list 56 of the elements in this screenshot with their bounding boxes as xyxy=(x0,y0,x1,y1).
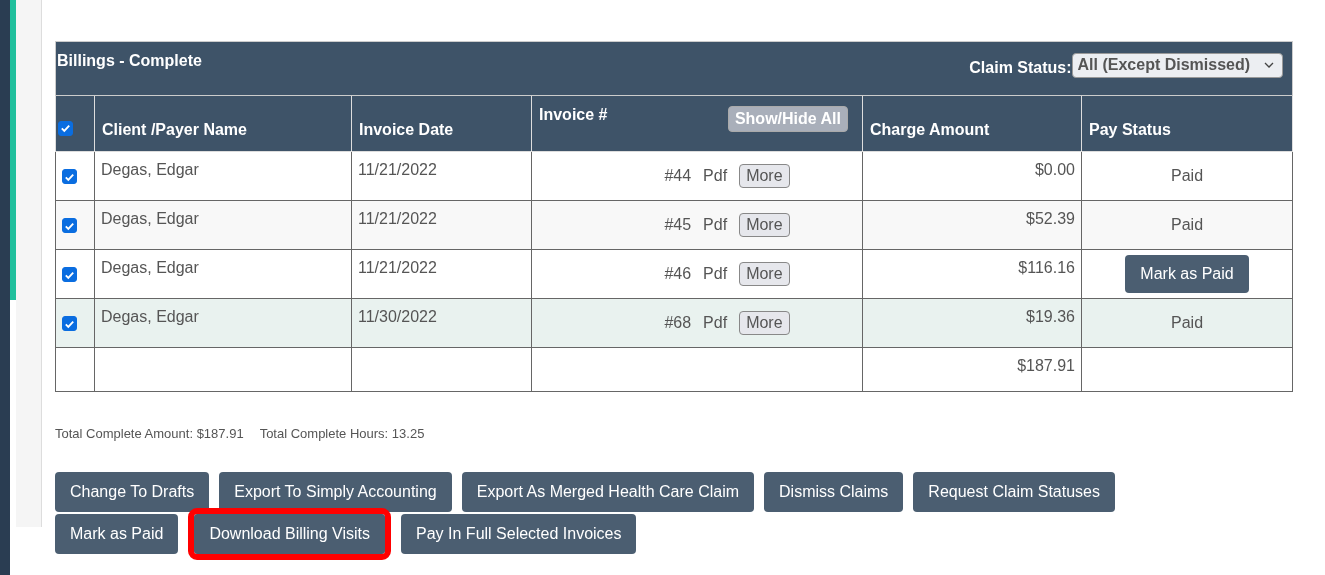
invoice-number: #44 xyxy=(664,166,692,186)
pdf-link[interactable]: Pdf xyxy=(703,166,728,186)
more-button[interactable]: More xyxy=(739,213,790,237)
filter-label: Claim Status: xyxy=(969,59,1072,78)
column-header: Pay Status xyxy=(1089,120,1171,138)
table-cell: Degas, Edgar xyxy=(101,308,199,325)
action-button[interactable]: Export As Merged Health Care Claim xyxy=(461,472,755,512)
table-cell: $0.00 xyxy=(1034,161,1075,178)
summary-text: Total Complete Hours: 13.25 xyxy=(259,426,425,441)
column-header: Charge Amount xyxy=(870,120,990,138)
action-button[interactable]: Pay In Full Selected Invoices xyxy=(401,514,637,554)
invoice-number: #45 xyxy=(664,215,692,235)
table-cell: Degas, Edgar xyxy=(101,210,199,227)
claim-status-dropdown[interactable]: All (Except Dismissed) xyxy=(1071,53,1284,79)
pdf-link[interactable]: Pdf xyxy=(703,264,728,284)
table-row[interactable]: Degas, Edgar 11/21/2022 #46 Pdf More $116.16 Mark as Paid xyxy=(55,249,1293,299)
table-cell: 11/21/2022 xyxy=(358,210,437,227)
pdf-link[interactable]: Pdf xyxy=(703,313,728,333)
column-header: Invoice # xyxy=(539,106,608,125)
panel-title: Billings - Complete xyxy=(57,52,202,71)
pay-status: Paid xyxy=(1171,215,1204,233)
checkbox[interactable] xyxy=(62,316,77,332)
table-row[interactable]: Degas, Edgar 11/21/2022 #45 Pdf More $52.39 Paid xyxy=(55,200,1293,250)
table-cell: $116.16 xyxy=(1018,259,1075,276)
table-row[interactable]: Degas, Edgar 11/30/2022 #68 Pdf More $19.36 Paid xyxy=(55,298,1293,348)
pdf-link[interactable]: Pdf xyxy=(703,215,728,235)
more-button[interactable]: More xyxy=(739,262,790,286)
action-button[interactable]: Request Claim Statuses xyxy=(913,472,1115,512)
action-button[interactable]: Dismiss Claims xyxy=(764,472,904,512)
table-cell: 11/30/2022 xyxy=(358,308,437,325)
action-button[interactable]: Export To Simply Accounting xyxy=(219,472,452,512)
more-button[interactable]: More xyxy=(739,164,790,188)
action-button[interactable]: Change To Drafts xyxy=(55,472,210,512)
total-amount: $187.91 xyxy=(1017,357,1075,374)
checkbox[interactable] xyxy=(58,120,73,136)
mark-as-paid-button[interactable]: Mark as Paid xyxy=(1125,255,1249,293)
caret-icon xyxy=(1264,62,1275,69)
checkbox[interactable] xyxy=(62,267,77,283)
more-button[interactable]: More xyxy=(739,311,790,335)
table-cell: $19.36 xyxy=(1026,308,1075,325)
summary-text: Total Complete Amount: $187.91 xyxy=(55,426,244,441)
table-cell: Degas, Edgar xyxy=(101,259,199,276)
checkbox[interactable] xyxy=(62,218,77,234)
column-header: Invoice Date xyxy=(359,120,454,138)
invoice-number: #68 xyxy=(664,313,692,333)
invoice-number: #46 xyxy=(664,264,692,284)
table-cell: $52.39 xyxy=(1026,210,1075,227)
pay-status: Paid xyxy=(1171,313,1204,331)
table-cell: Degas, Edgar xyxy=(101,161,199,178)
pay-status: Paid xyxy=(1171,166,1204,184)
table-cell: 11/21/2022 xyxy=(358,161,437,178)
table-cell: 11/21/2022 xyxy=(358,259,437,276)
column-header: Client /Payer Name xyxy=(102,120,247,138)
table-row[interactable]: Degas, Edgar 11/21/2022 #44 Pdf More $0.00 Paid xyxy=(55,151,1293,201)
action-button[interactable]: Mark as Paid xyxy=(55,514,179,554)
checkbox[interactable] xyxy=(62,169,77,185)
